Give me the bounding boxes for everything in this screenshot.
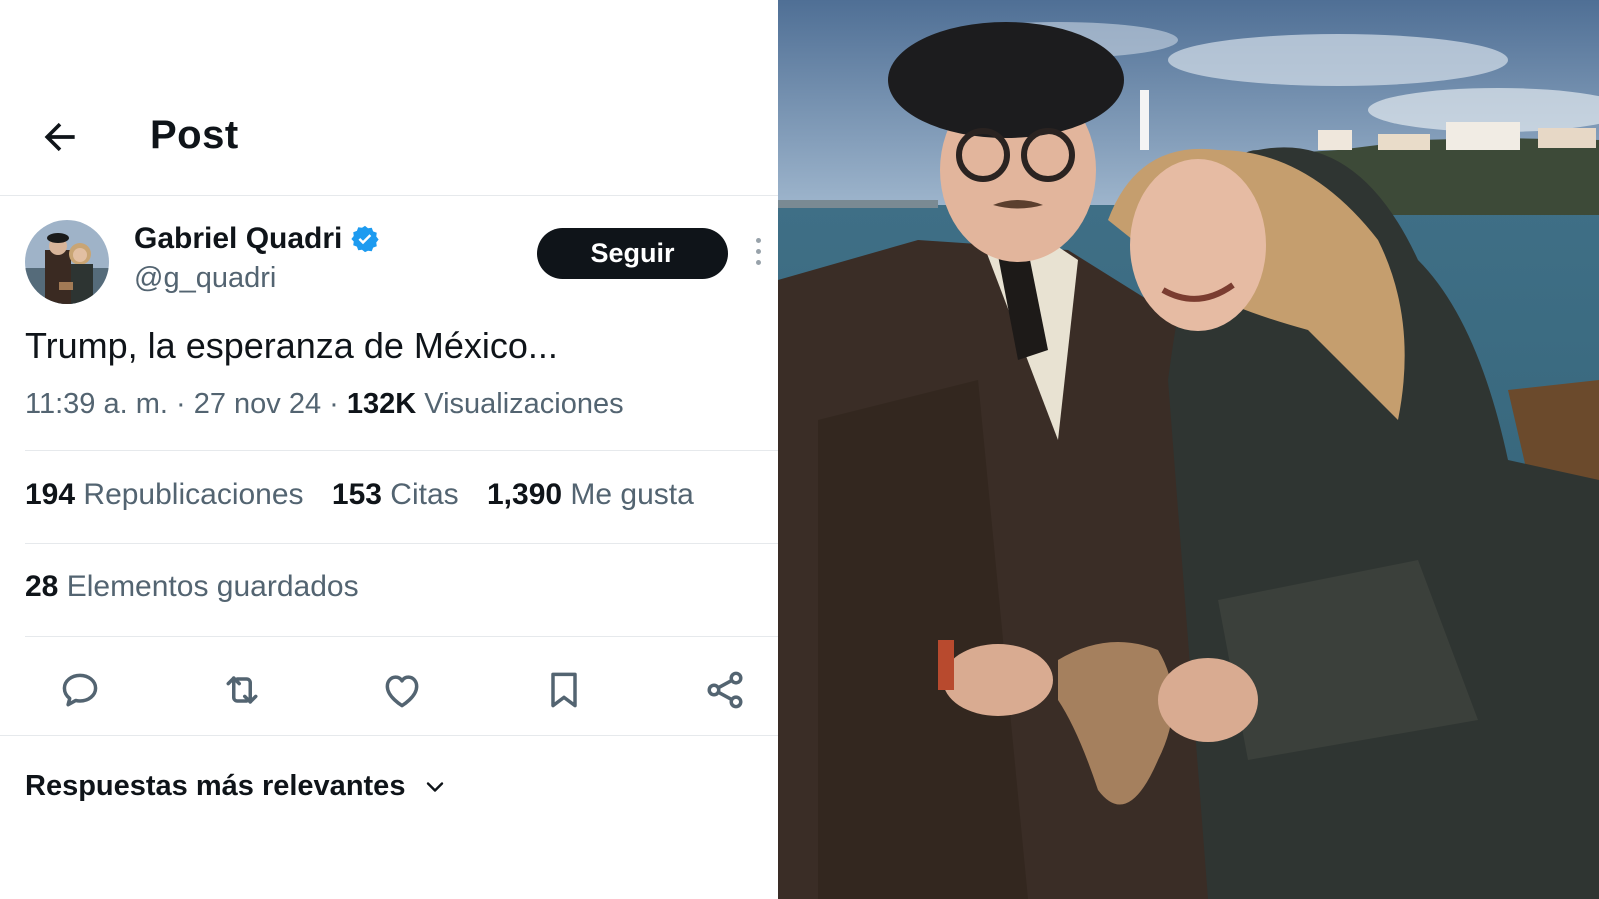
header-divider (0, 195, 778, 196)
actions-divider (0, 735, 778, 736)
reply-icon[interactable] (58, 668, 102, 712)
meta-divider (25, 450, 778, 451)
tweet-meta: 11:39 a. m. · 27 nov 24 · 132K Visualiza… (25, 388, 624, 421)
views-count: 132K (346, 388, 417, 420)
page-title: Post (150, 113, 239, 157)
views-label: Visualizaciones (416, 388, 624, 420)
quotes-label: Citas (381, 478, 459, 511)
reposts-count: 194 (25, 478, 76, 511)
action-bar (0, 660, 778, 720)
bookmarks-count: 28 (25, 570, 59, 603)
back-arrow-icon[interactable] (38, 115, 82, 159)
repost-icon[interactable] (220, 668, 264, 712)
share-icon[interactable] (703, 668, 747, 712)
likes-stat[interactable]: 1,390 Me gusta (487, 478, 694, 511)
replies-sort-dropdown[interactable]: Respuestas más relevantes (25, 770, 447, 803)
meta-separator: · (321, 388, 347, 420)
more-options-icon[interactable] (752, 238, 764, 272)
author-name-row: Gabriel Quadri (134, 222, 380, 256)
follow-button[interactable]: Seguir (537, 228, 728, 279)
likes-count: 1,390 (486, 478, 563, 511)
tweet-time[interactable]: 11:39 a. m. (25, 388, 168, 420)
author-handle[interactable]: @g_quadri (134, 262, 276, 295)
tweet-date[interactable]: 27 nov 24 (194, 388, 321, 420)
tweet-text: Trump, la esperanza de México... (25, 325, 558, 366)
reposts-label: Republicaciones (75, 478, 304, 511)
meta-separator: · (167, 388, 194, 420)
bookmark-icon[interactable] (542, 668, 586, 712)
bookmarks-label: Elementos guardados (58, 570, 359, 603)
chevron-down-icon (427, 781, 444, 792)
avatar[interactable] (25, 220, 109, 304)
like-icon[interactable] (380, 668, 424, 712)
replies-sort-label: Respuestas más relevantes (25, 770, 406, 802)
photo-panel (778, 0, 1599, 899)
post-panel: Post Gabriel Quadri @g_quadri Seguir Tru… (0, 0, 778, 899)
stats-divider (25, 543, 778, 544)
quotes-count: 153 (331, 478, 382, 511)
saved-divider (25, 636, 778, 637)
bookmarks-stat[interactable]: 28 Elementos guardados (25, 570, 359, 604)
post-header: Post (0, 95, 778, 195)
reposts-stat[interactable]: 194 Republicaciones (25, 478, 304, 511)
couple-photo (778, 0, 1599, 899)
author-name[interactable]: Gabriel Quadri (134, 222, 342, 256)
likes-label: Me gusta (562, 478, 694, 511)
engagement-stats: 194 Republicaciones 153 Citas 1,390 Me g… (25, 478, 714, 512)
quotes-stat[interactable]: 153 Citas (332, 478, 459, 511)
verified-badge-icon (351, 225, 380, 253)
